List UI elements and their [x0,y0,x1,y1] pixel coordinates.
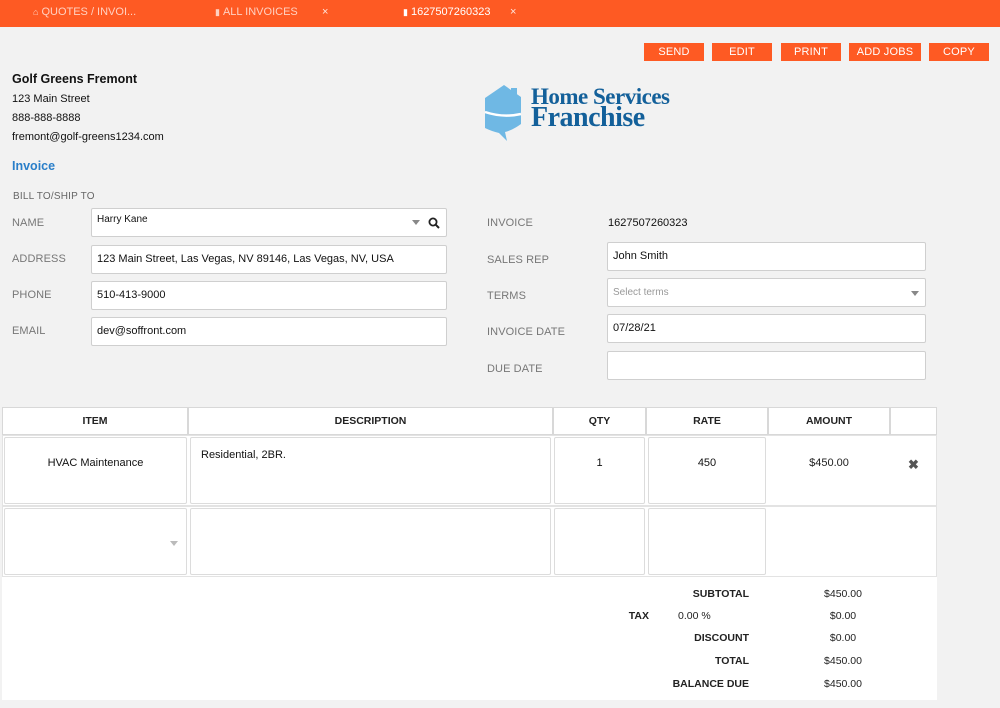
search-icon[interactable] [428,217,440,229]
discount-value: $0.00 [829,632,857,644]
company-name: Golf Greens Fremont [12,72,138,86]
tab-label: QUOTES / INVOI... [41,6,137,18]
invoice-date-label: INVOICE DATE [487,326,566,338]
bill-ship-section-label: BILL TO/SHIP TO [13,191,95,202]
logo-line-2: Franchise [531,102,645,133]
company-street: 123 Main Street [12,93,90,105]
send-button[interactable]: SEND [644,43,704,61]
rate-input-empty[interactable] [648,508,766,575]
document-icon: ▮ [215,7,220,17]
edit-button[interactable]: EDIT [712,43,772,61]
tab-invoice-1627507260323[interactable]: ▮ 1627507260323 [403,0,490,27]
column-header-item: ITEM [2,407,188,435]
total-value: $450.00 [824,655,862,667]
item-select-empty[interactable] [4,508,187,575]
document-icon: ▮ [403,7,408,17]
phone-label: PHONE [12,289,52,301]
name-label: NAME [12,217,45,229]
subtotal-value: $450.00 [824,588,862,600]
description-input[interactable]: Residential, 2BR. [190,437,551,504]
column-header-rate: RATE [646,407,768,435]
terms-label: TERMS [487,290,526,302]
delete-row-icon[interactable]: ✖ [908,457,919,473]
phone-field[interactable]: 510-413-9000 [91,281,447,310]
email-field[interactable]: dev@soffront.com [91,317,447,346]
tab-label: ALL INVOICES [222,6,298,18]
address-field[interactable]: 123 Main Street, Las Vegas, NV 89146, La… [91,245,447,274]
rate-input[interactable]: 450 [648,437,766,504]
address-label: ADDRESS [12,253,66,265]
email-label: EMAIL [12,325,46,337]
chevron-down-icon[interactable] [911,291,919,296]
terms-select[interactable]: Select terms [607,278,926,307]
qty-input-empty[interactable] [554,508,645,575]
company-email: fremont@golf-greens1234.com [12,131,164,143]
logo-wordmark: Home Services Franchise [531,85,670,133]
chevron-down-icon[interactable] [412,220,420,225]
line-items-table: ITEM DESCRIPTION QTY RATE AMOUNT HVAC Ma… [2,407,937,700]
column-header-description: DESCRIPTION [188,407,553,435]
item-input[interactable]: HVAC Maintenance [4,437,187,504]
column-header-actions [890,407,937,435]
tax-rate-value[interactable]: 0.00 % [678,610,738,622]
add-jobs-button[interactable]: ADD JOBS [849,43,921,61]
balance-due-value: $450.00 [824,678,862,690]
chevron-down-icon[interactable] [170,541,178,546]
amount-value: $450.00 [809,457,849,469]
home-icon: ⌂ [33,7,39,17]
description-input-empty[interactable] [190,508,551,575]
tax-label: TAX [628,610,649,622]
sales-rep-label: SALES REP [487,254,550,266]
invoice-number-label: INVOICE [487,217,533,229]
invoice-date-field[interactable]: 07/28/21 [607,314,926,343]
tab-bar: ⌂ QUOTES / INVOI... ▮ ALL INVOICES × ▮ 1627… [0,0,1000,27]
discount-label: DISCOUNT [694,632,749,644]
terms-placeholder: Select terms [613,287,669,298]
column-header-qty: QTY [553,407,646,435]
tab-all-invoices[interactable]: ▮ ALL INVOICES [215,0,298,27]
tab-label: 1627507260323 [410,6,491,18]
column-header-amount: AMOUNT [768,407,890,435]
copy-button[interactable]: COPY [929,43,989,61]
tab-close-icon[interactable]: × [322,0,328,27]
document-type-title: Invoice [12,159,56,173]
company-phone: 888-888-8888 [12,112,81,124]
balance-due-label: BALANCE DUE [672,678,749,690]
tab-quotes-invoices[interactable]: ⌂ QUOTES / INVOI... [33,0,136,27]
sales-rep-field[interactable]: John Smith [607,242,926,271]
customer-name-value: Harry Kane [97,214,148,225]
tax-value: $0.00 [829,610,857,622]
customer-name-select[interactable]: Harry Kane [91,208,447,237]
subtotal-label: SUBTOTAL [692,588,749,600]
due-date-field[interactable] [607,351,926,380]
print-button[interactable]: PRINT [781,43,841,61]
due-date-label: DUE DATE [487,363,543,375]
qty-input[interactable]: 1 [554,437,645,504]
total-label: TOTAL [714,655,749,667]
tab-close-icon[interactable]: × [510,0,516,27]
invoice-number-value: 1627507260323 [608,217,688,229]
